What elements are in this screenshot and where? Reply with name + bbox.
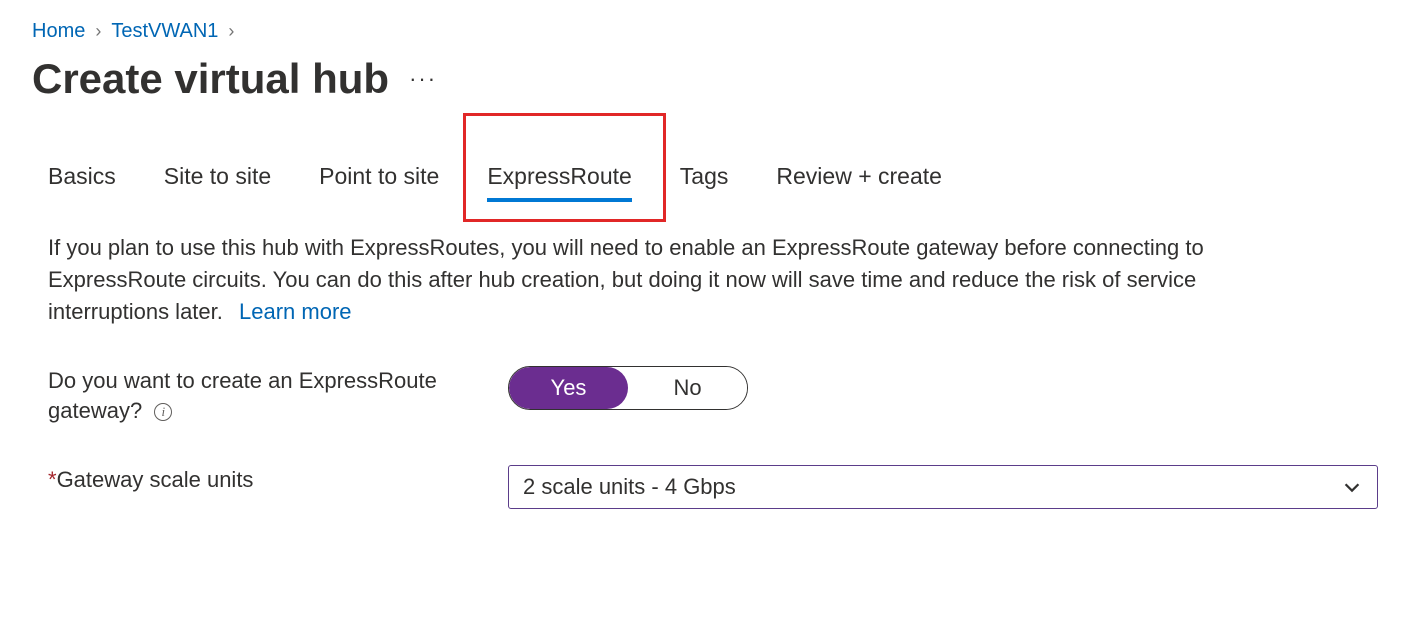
breadcrumb-parent[interactable]: TestVWAN1 xyxy=(111,20,218,43)
required-star: * xyxy=(48,467,57,492)
scale-units-label: *Gateway scale units xyxy=(48,465,508,496)
description-text: If you plan to use this hub with Express… xyxy=(48,235,1204,324)
gateway-question-label: Do you want to create an ExpressRoute ga… xyxy=(48,366,508,428)
toggle-no[interactable]: No xyxy=(628,367,747,409)
tab-tags[interactable]: Tags xyxy=(680,163,729,202)
form-row-gateway-question: Do you want to create an ExpressRoute ga… xyxy=(32,366,1381,428)
info-icon[interactable]: i xyxy=(154,403,172,421)
learn-more-link[interactable]: Learn more xyxy=(239,299,352,324)
gateway-toggle[interactable]: Yes No xyxy=(508,366,748,410)
tab-expressroute[interactable]: ExpressRoute xyxy=(487,163,631,202)
tab-point-to-site[interactable]: Point to site xyxy=(319,163,439,202)
scale-units-label-text: Gateway scale units xyxy=(57,467,254,492)
tab-basics[interactable]: Basics xyxy=(48,163,116,202)
more-icon[interactable]: ··· xyxy=(409,66,437,92)
chevron-right-icon: › xyxy=(95,21,101,42)
breadcrumb: Home › TestVWAN1 › xyxy=(32,20,1381,43)
chevron-down-icon xyxy=(1341,476,1363,498)
gateway-question-text: Do you want to create an ExpressRoute ga… xyxy=(48,368,437,424)
chevron-right-icon: › xyxy=(228,21,234,42)
tab-site-to-site[interactable]: Site to site xyxy=(164,163,271,202)
tabs: Basics Site to site Point to site Expres… xyxy=(32,163,1381,202)
tab-review[interactable]: Review + create xyxy=(776,163,942,202)
tab-expressroute-label: ExpressRoute xyxy=(487,163,631,189)
scale-units-select[interactable]: 2 scale units - 4 Gbps xyxy=(508,465,1378,509)
title-row: Create virtual hub ··· xyxy=(32,55,1381,103)
toggle-yes[interactable]: Yes xyxy=(509,367,628,409)
tab-description: If you plan to use this hub with Express… xyxy=(32,232,1282,328)
breadcrumb-home[interactable]: Home xyxy=(32,20,85,43)
scale-units-value: 2 scale units - 4 Gbps xyxy=(523,474,736,500)
page-title: Create virtual hub xyxy=(32,55,389,103)
form-row-scale-units: *Gateway scale units 2 scale units - 4 G… xyxy=(32,465,1381,509)
